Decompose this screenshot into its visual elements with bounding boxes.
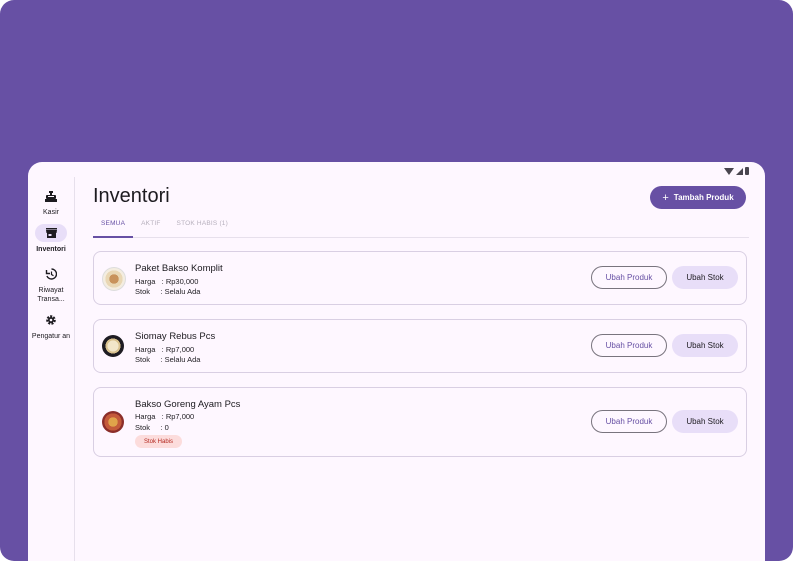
edit-stock-button[interactable]: Ubah Stok: [672, 410, 738, 433]
edit-product-button[interactable]: Ubah Produk: [591, 334, 667, 357]
rail-item-kasir[interactable]: Kasir: [28, 187, 74, 217]
out-of-stock-badge: Stok Habis: [135, 435, 183, 448]
rail-label: Kasir: [43, 209, 59, 216]
rail-label: Inventori: [36, 246, 66, 253]
product-stock: Stok : Selalu Ada: [135, 287, 201, 296]
plus-icon: +: [662, 191, 669, 204]
rail-item-riwayat-transaksi[interactable]: Riwayat Transa...: [28, 265, 74, 304]
product-image: [102, 411, 124, 433]
product-price: Harga : Rp7,000: [135, 412, 195, 421]
history-icon: [35, 265, 67, 283]
product-card: Siomay Rebus Pcs Harga : Rp7,000 Stok : …: [93, 319, 747, 373]
edit-stock-button[interactable]: Ubah Stok: [672, 334, 738, 357]
product-image: [102, 335, 124, 357]
cash-register-icon: [35, 187, 67, 205]
product-name: Bakso Goreng Ayam Pcs: [135, 399, 241, 410]
store-icon: [35, 224, 67, 242]
product-price: Harga : Rp7,000: [135, 345, 195, 354]
tab-semua[interactable]: SEMUA: [93, 216, 134, 238]
main-content: Inventori + Tambah Produk SEMUA AKTIF ST…: [75, 162, 765, 561]
edit-product-button[interactable]: Ubah Produk: [591, 410, 667, 433]
product-price: Harga : Rp30,000: [135, 277, 199, 286]
rail-label: Pengatur an: [31, 333, 71, 340]
rail-item-pengaturan[interactable]: Pengatur an: [28, 311, 74, 341]
app-window: Kasir Inventori Riwayat Transa... Pengat…: [28, 162, 765, 561]
product-card: Bakso Goreng Ayam Pcs Harga : Rp7,000 St…: [93, 387, 747, 457]
product-name: Siomay Rebus Pcs: [135, 331, 216, 342]
product-card: Paket Bakso Komplit Harga : Rp30,000 Sto…: [93, 251, 747, 305]
tab-aktif[interactable]: AKTIF: [133, 216, 168, 237]
edit-product-button[interactable]: Ubah Produk: [591, 266, 667, 289]
gear-icon: [35, 311, 67, 329]
add-product-button[interactable]: + Tambah Produk: [650, 186, 746, 209]
add-product-label: Tambah Produk: [673, 193, 734, 202]
tab-bar: SEMUA AKTIF STOK HABIS (1): [93, 216, 749, 238]
rail-label: Riwayat Transa...: [37, 287, 65, 303]
page-title: Inventori: [93, 185, 170, 207]
product-image: [102, 267, 126, 291]
product-stock: Stok : 0: [135, 423, 169, 432]
tab-stok-habis[interactable]: STOK HABIS (1): [169, 216, 236, 237]
edit-stock-button[interactable]: Ubah Stok: [672, 266, 738, 289]
product-name: Paket Bakso Komplit: [135, 263, 223, 274]
rail-item-inventori[interactable]: Inventori: [28, 224, 74, 254]
navigation-rail: Kasir Inventori Riwayat Transa... Pengat…: [28, 177, 75, 561]
product-stock: Stok : Selalu Ada: [135, 355, 201, 364]
